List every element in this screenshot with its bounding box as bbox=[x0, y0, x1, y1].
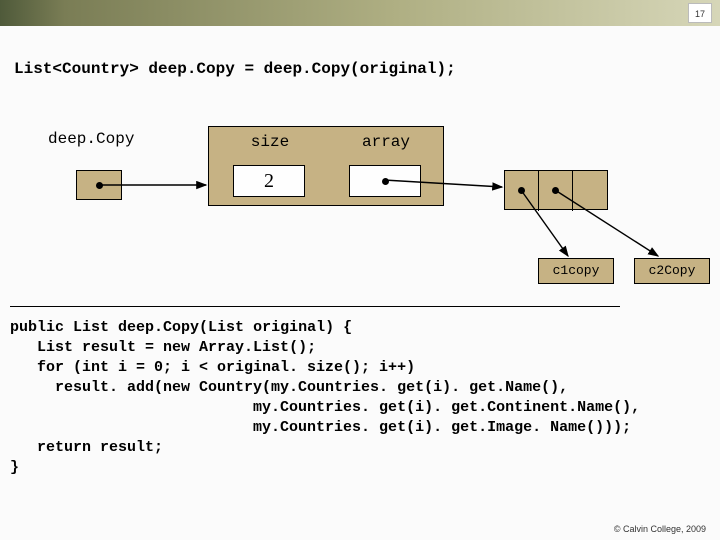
list-object-box: size array 2 bbox=[208, 126, 444, 206]
pointer-dot bbox=[382, 178, 389, 185]
array-cell bbox=[349, 165, 421, 197]
page-number: 17 bbox=[688, 3, 712, 23]
footer-copyright: © Calvin College, 2009 bbox=[614, 524, 706, 534]
pointer-dot bbox=[96, 182, 103, 189]
array-slot-2 bbox=[573, 171, 607, 211]
pointer-dot bbox=[518, 187, 525, 194]
ref-label: deep.Copy bbox=[48, 130, 134, 148]
array-label: array bbox=[331, 133, 441, 151]
country-c1: c1copy bbox=[538, 258, 614, 284]
code-declaration: List<Country> deep.Copy = deep.Copy(orig… bbox=[14, 60, 456, 78]
separator bbox=[10, 306, 620, 307]
size-cell: 2 bbox=[233, 165, 305, 197]
ref-box bbox=[76, 170, 122, 200]
array-slot-1 bbox=[539, 171, 573, 211]
array-object bbox=[504, 170, 608, 210]
title-bar bbox=[0, 0, 720, 26]
array-slot-0 bbox=[505, 171, 539, 211]
code-method: public List deep.Copy(List original) { L… bbox=[10, 318, 640, 478]
country-c2: c2Copy bbox=[634, 258, 710, 284]
size-label: size bbox=[215, 133, 325, 151]
pointer-dot bbox=[552, 187, 559, 194]
